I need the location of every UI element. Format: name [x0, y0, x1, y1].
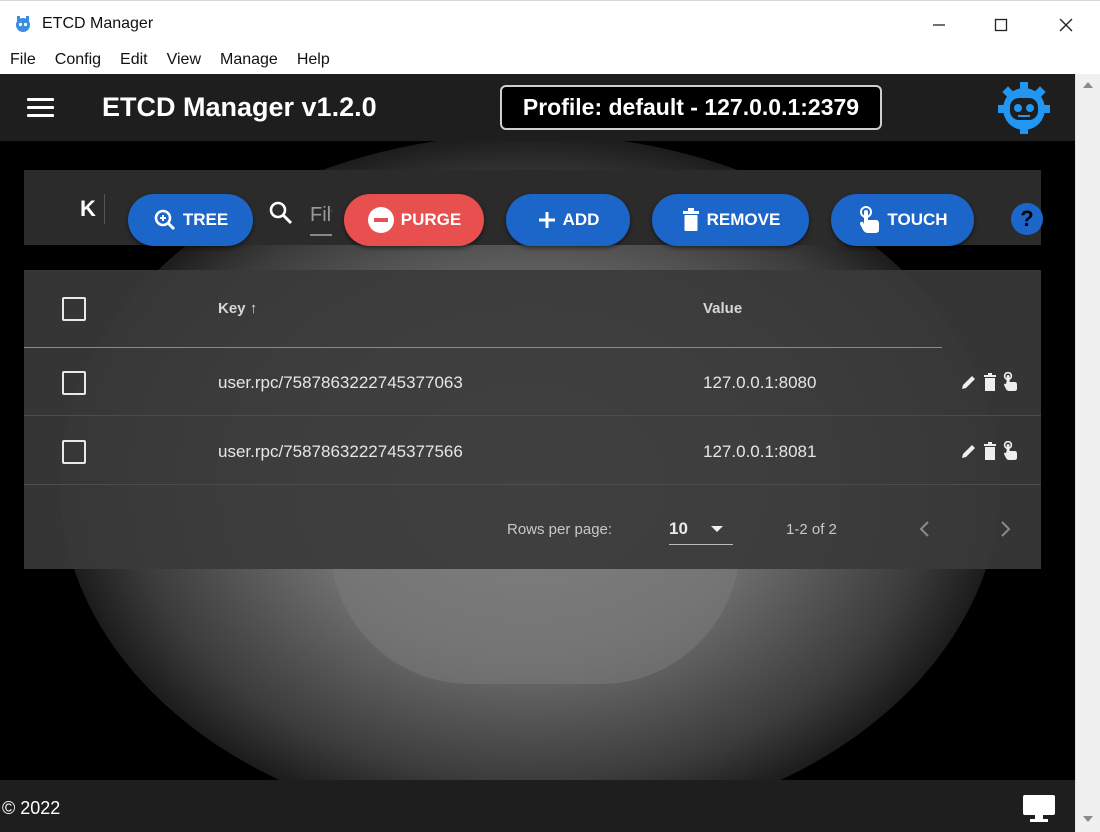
chevron-down-icon [711, 526, 723, 532]
purge-button-label: PURGE [400, 210, 462, 229]
select-all-checkbox[interactable] [62, 297, 86, 321]
keys-table: Key ↑ Value user.rpc/7587863222745377063… [24, 270, 1041, 569]
close-button[interactable] [1043, 9, 1089, 41]
app-area: ETCD Manager v1.2.0 Profile: default - 1… [0, 74, 1075, 832]
profile-badge[interactable]: Profile: default - 127.0.0.1:2379 [500, 85, 882, 130]
row-key: user.rpc/7587863222745377063 [218, 373, 463, 392]
window-title: ETCD Manager [42, 15, 154, 32]
touch-button-label: TOUCH [887, 210, 948, 229]
row-value: 127.0.0.1:8081 [703, 442, 817, 461]
scroll-down-icon[interactable] [1083, 816, 1093, 822]
monitor-icon[interactable] [1022, 794, 1056, 822]
tree-button[interactable]: TREE [128, 194, 253, 246]
app-footer: © 2022 [0, 780, 1075, 832]
minimize-button[interactable] [916, 9, 962, 41]
rows-per-page-value: 10 [669, 518, 688, 538]
chevron-left-icon[interactable] [918, 520, 930, 538]
toolbar-divider [104, 194, 105, 224]
row-key: user.rpc/7587863222745377566 [218, 442, 463, 461]
copyright-text: © 2022 [2, 798, 61, 818]
delete-trash-icon[interactable] [983, 373, 997, 391]
window-titlebar: ETCD Manager [0, 0, 1100, 46]
key-toolbar: K TREE PURGE [24, 170, 1043, 246]
rows-per-page-select[interactable]: 10 [669, 513, 733, 545]
rows-per-page-label: Rows per page: [507, 521, 613, 538]
menu-view[interactable]: View [167, 51, 201, 69]
app-header: ETCD Manager v1.2.0 Profile: default - 1… [0, 74, 1075, 141]
menu-edit[interactable]: Edit [120, 51, 148, 69]
help-icon[interactable]: ? [1011, 203, 1043, 235]
menu-bar: File Config Edit View Manage Help [0, 46, 1100, 74]
tree-button-label: TREE [182, 210, 229, 229]
table-header: Key ↑ Value [24, 270, 1041, 348]
menu-manage[interactable]: Manage [220, 51, 278, 69]
add-button[interactable]: ADD [506, 194, 630, 246]
robot-gear-icon [998, 82, 1050, 134]
vertical-scrollbar[interactable] [1075, 74, 1100, 832]
value-column-header: Value [703, 300, 743, 317]
filter-input[interactable] [310, 196, 332, 236]
edit-pencil-icon[interactable] [960, 373, 978, 391]
key-prefix-label: K [80, 196, 96, 221]
row-value: 127.0.0.1:8080 [703, 373, 817, 392]
minus-circle-icon [367, 207, 394, 233]
delete-trash-icon[interactable] [983, 442, 997, 460]
close-icon [1059, 18, 1073, 32]
row-actions [960, 441, 1018, 461]
row-actions [960, 372, 1018, 392]
row-checkbox[interactable] [62, 371, 86, 395]
table-row[interactable]: user.rpc/7587863222745377566 127.0.0.1:8… [24, 417, 1041, 485]
touch-button[interactable]: TOUCH [831, 194, 974, 246]
remove-button[interactable]: REMOVE [652, 194, 809, 246]
touch-hand-icon [860, 206, 880, 233]
remove-button-label: REMOVE [706, 210, 781, 229]
touch-hand-icon[interactable] [1002, 372, 1018, 392]
menu-help[interactable]: Help [297, 51, 330, 69]
edit-pencil-icon[interactable] [960, 442, 978, 460]
table-pagination: Rows per page: 10 1-2 of 2 [24, 488, 1041, 569]
menu-config[interactable]: Config [55, 51, 101, 69]
trash-icon [682, 208, 699, 231]
chevron-right-icon[interactable] [1000, 520, 1012, 538]
key-column-header[interactable]: Key ↑ [218, 300, 257, 317]
maximize-icon [994, 18, 1008, 32]
search-icon [269, 201, 293, 225]
purge-button[interactable]: PURGE [344, 194, 484, 246]
app-title: ETCD Manager v1.2.0 [102, 92, 377, 122]
menu-file[interactable]: File [10, 51, 36, 69]
add-button-label: ADD [562, 210, 600, 229]
hamburger-menu-icon[interactable] [27, 98, 54, 118]
key-header-label: Key [218, 300, 246, 317]
row-checkbox[interactable] [62, 440, 86, 464]
pagination-range: 1-2 of 2 [786, 521, 837, 538]
app-logo-icon [16, 16, 30, 32]
minimize-icon [933, 24, 945, 26]
scroll-up-icon[interactable] [1083, 82, 1093, 88]
plus-icon [538, 212, 555, 228]
touch-hand-icon[interactable] [1002, 441, 1018, 461]
table-row[interactable]: user.rpc/7587863222745377063 127.0.0.1:8… [24, 348, 1041, 416]
zoom-search-icon [154, 209, 175, 231]
sort-arrow-icon: ↑ [249, 300, 258, 317]
maximize-button[interactable] [978, 9, 1024, 41]
